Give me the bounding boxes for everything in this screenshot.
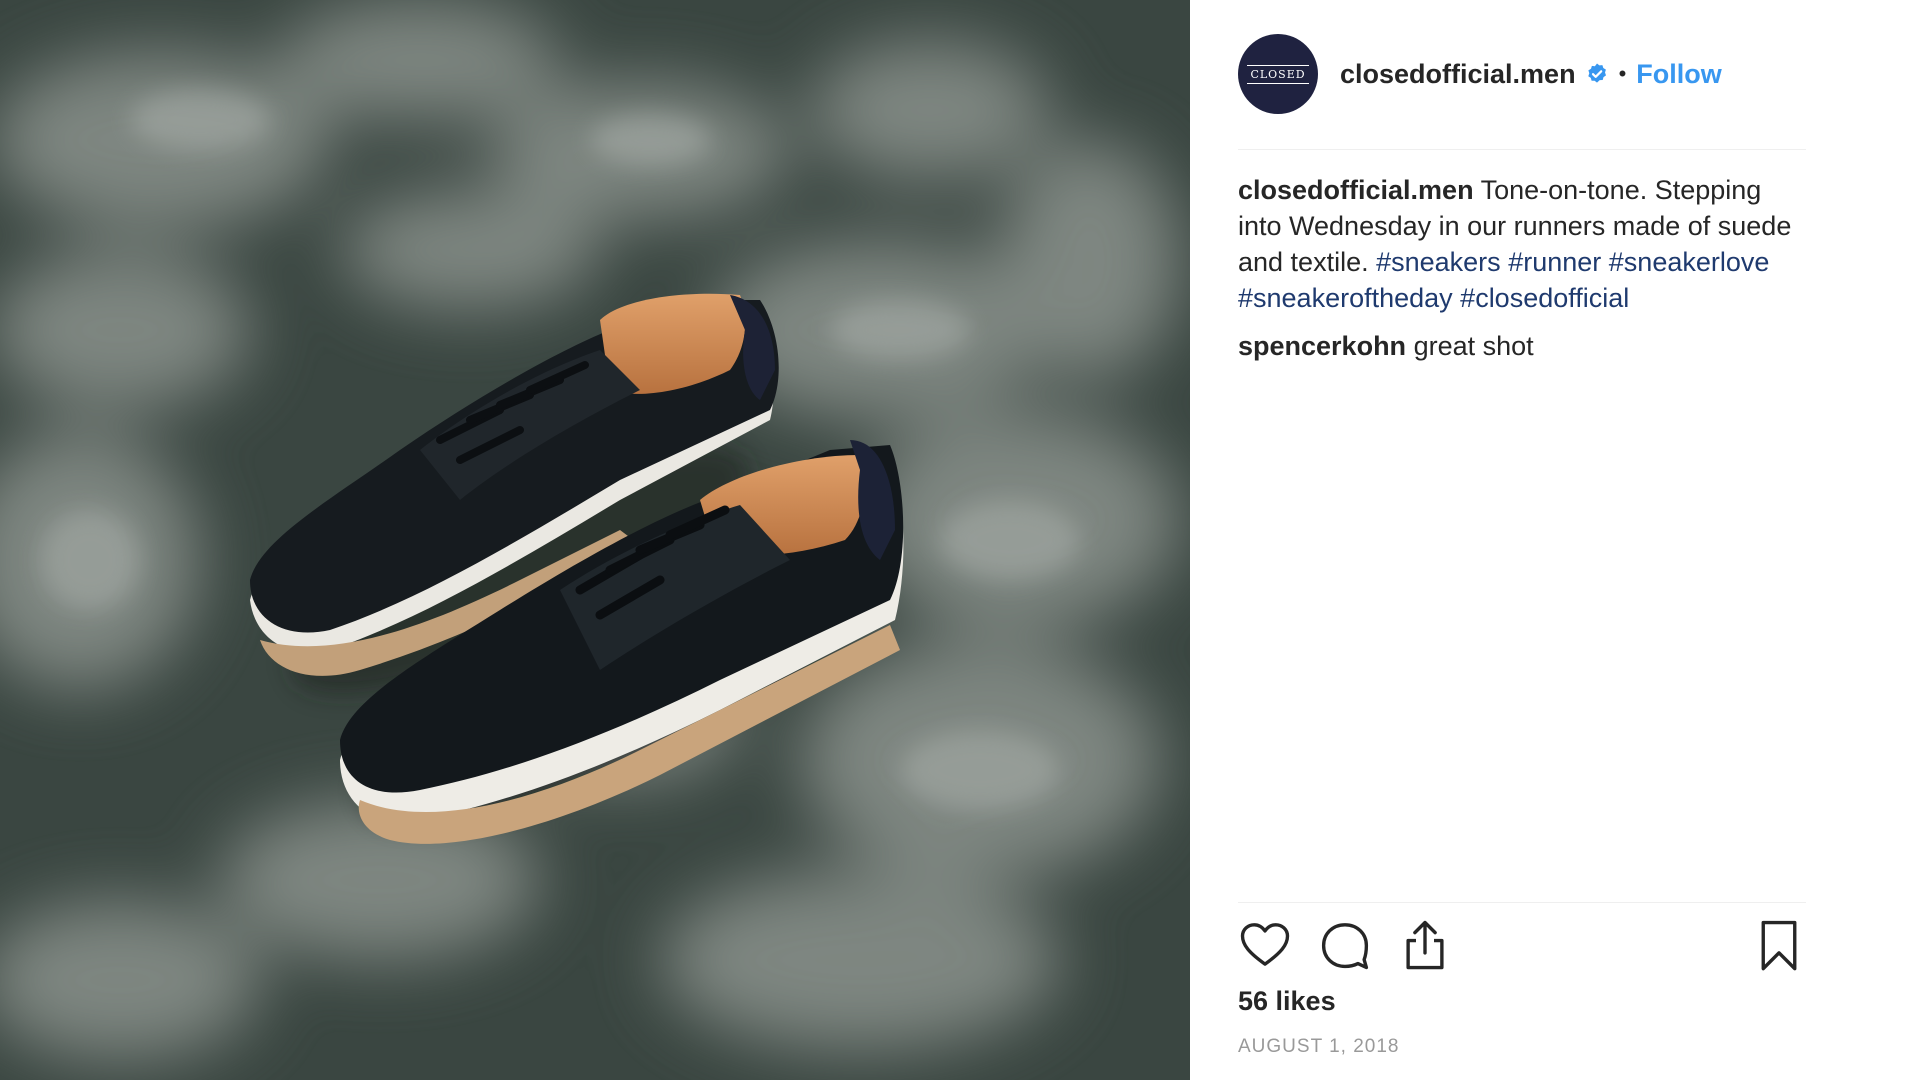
share-icon [1398, 918, 1452, 972]
sneakers-photo [0, 0, 1190, 1080]
avatar[interactable]: CLOSED [1238, 34, 1318, 114]
hashtag-closedofficial[interactable]: #closedofficial [1460, 283, 1629, 313]
actions-divider [1238, 902, 1806, 903]
hashtag-runner[interactable]: #runner [1508, 247, 1601, 277]
hashtag-sneakerlove[interactable]: #sneakerlove [1609, 247, 1770, 277]
comment-icon [1318, 918, 1372, 972]
save-button[interactable] [1752, 918, 1806, 972]
like-button[interactable] [1238, 918, 1292, 972]
caption-username[interactable]: closedofficial.men [1238, 175, 1474, 205]
avatar-logo: CLOSED [1247, 65, 1308, 84]
account-username[interactable]: closedofficial.men [1340, 59, 1576, 90]
action-bar [1238, 918, 1806, 974]
post-side-panel: CLOSED closedofficial.men • Follow close… [1190, 0, 1920, 1080]
verified-badge-icon [1585, 62, 1609, 86]
comment-text: great shot [1406, 331, 1534, 361]
post-header: CLOSED closedofficial.men • Follow [1238, 34, 1806, 114]
comment-button[interactable] [1318, 918, 1372, 972]
separator-dot: • [1619, 61, 1627, 87]
likes-count[interactable]: 56 likes [1238, 986, 1336, 1017]
caption: closedofficial.men Tone-on-tone. Steppin… [1238, 172, 1806, 316]
post-date: AUGUST 1, 2018 [1238, 1036, 1400, 1058]
bookmark-icon [1752, 918, 1806, 972]
comments-section: closedofficial.men Tone-on-tone. Steppin… [1238, 172, 1806, 376]
comment: spencerkohn great shot [1238, 328, 1806, 364]
header-divider [1238, 149, 1806, 150]
share-button[interactable] [1398, 918, 1452, 972]
hashtag-sneakers[interactable]: #sneakers [1376, 247, 1501, 277]
post-photo[interactable] [0, 0, 1190, 1080]
follow-button[interactable]: Follow [1636, 59, 1721, 90]
heart-icon [1238, 918, 1292, 972]
comment-username[interactable]: spencerkohn [1238, 331, 1406, 361]
hashtag-sneakeroftheday[interactable]: #sneakeroftheday [1238, 283, 1453, 313]
